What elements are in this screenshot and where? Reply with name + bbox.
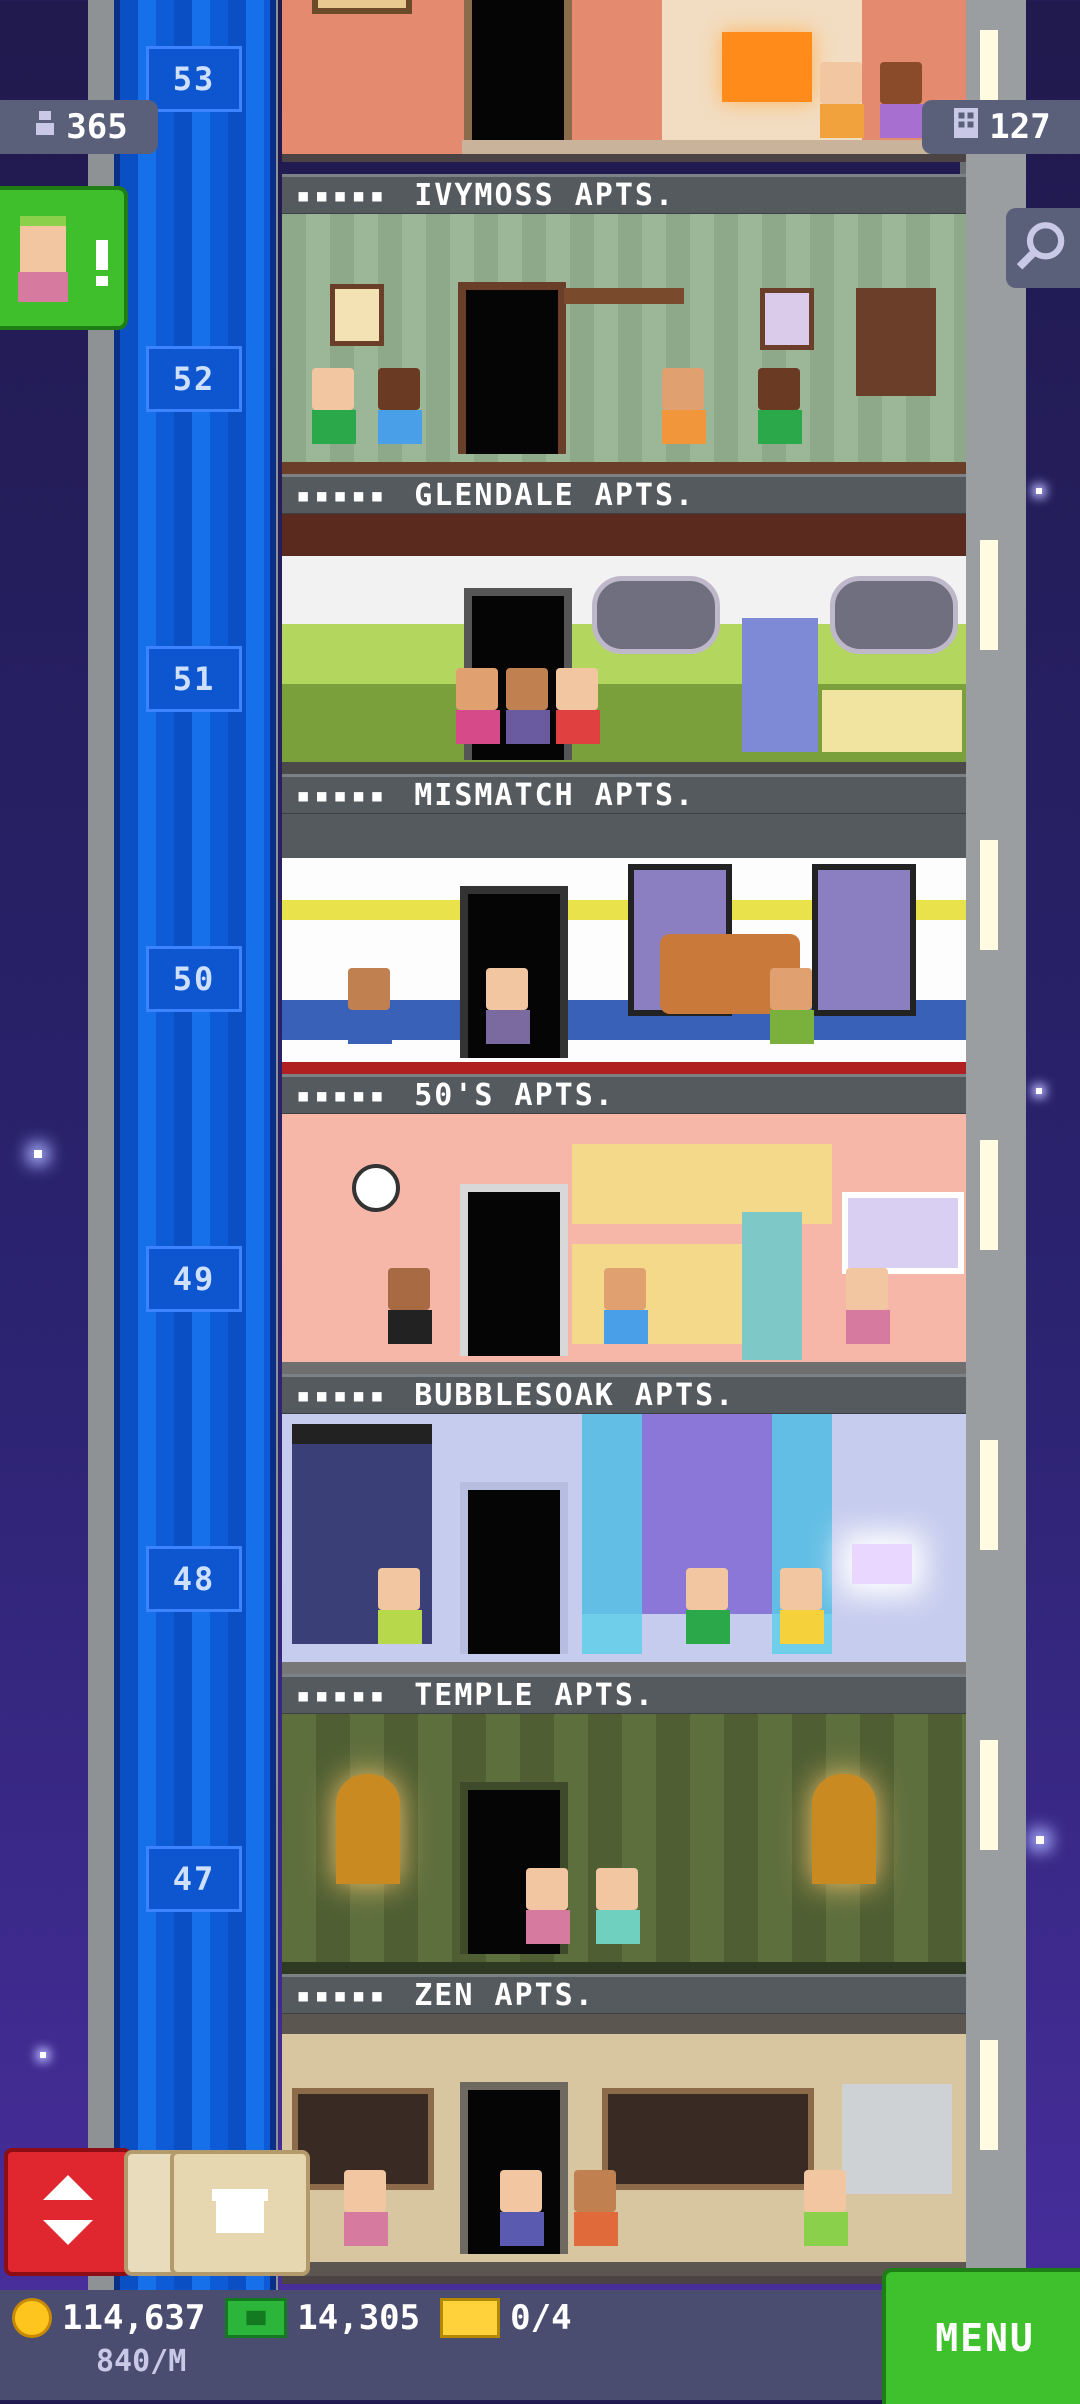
resident[interactable]: [596, 1868, 640, 1944]
floor-counter: 127: [922, 100, 1080, 154]
door: [458, 282, 566, 454]
tickets-value: 0/4: [510, 2298, 572, 2338]
golden-ticket-icon: [440, 2298, 501, 2338]
elevator-button[interactable]: [4, 2148, 132, 2276]
build-floor-button[interactable]: [170, 2150, 310, 2276]
floor-number-50: 50: [146, 946, 242, 1012]
room-name-49: ▪▪▪▪▪ BUBBLESOAK APTS.: [282, 1374, 966, 1416]
resident[interactable]: [344, 2170, 388, 2246]
floor-number-49: 49: [146, 1246, 242, 1312]
bitizen-body: [18, 272, 68, 302]
room-name-48: ▪▪▪▪▪ TEMPLE APTS.: [282, 1674, 966, 1716]
room-name-52: ▪▪▪▪▪ GLENDALE APTS.: [282, 474, 966, 516]
door: [460, 1184, 568, 1356]
star: [1036, 1088, 1042, 1094]
menu-button[interactable]: MENU: [882, 2268, 1080, 2404]
door: [460, 1482, 568, 1654]
resident[interactable]: [500, 2170, 544, 2246]
currency-row: 114,637 14,305 0/4: [12, 2298, 572, 2338]
resident[interactable]: [846, 1268, 890, 1344]
coin-icon: [12, 2298, 52, 2338]
resident[interactable]: [378, 368, 422, 444]
star: [1036, 1836, 1044, 1844]
elevator-shaft[interactable]: [114, 0, 276, 2300]
room-name-51: ▪▪▪▪▪ MISMATCH APTS.: [282, 774, 966, 816]
magnifier-icon: [1016, 220, 1069, 276]
visitor-alert-button[interactable]: [0, 186, 128, 330]
up-down-arrows-icon: [43, 2175, 93, 2249]
resident[interactable]: [506, 668, 550, 744]
bux-value: 14,305: [297, 2298, 421, 2338]
floor-number-53: 53: [146, 46, 242, 112]
search-button[interactable]: [1006, 208, 1080, 288]
resident[interactable]: [758, 368, 802, 444]
resident[interactable]: [662, 368, 706, 444]
resident[interactable]: [604, 1268, 648, 1344]
resident[interactable]: [880, 62, 924, 138]
star: [1036, 488, 1042, 494]
income-rate: 840/M: [96, 2344, 187, 2379]
resident[interactable]: [456, 668, 500, 744]
resident[interactable]: [574, 2170, 618, 2246]
star: [40, 2052, 46, 2058]
resident[interactable]: [780, 1568, 824, 1644]
tower-window: [980, 540, 998, 650]
door: [464, 0, 572, 154]
resident[interactable]: [804, 2170, 848, 2246]
coins-value: 114,637: [62, 2298, 206, 2338]
population-value: 365: [66, 107, 128, 147]
room-name-50: ▪▪▪▪▪ 50'S APTS.: [282, 1074, 966, 1116]
resident[interactable]: [686, 1568, 730, 1644]
star: [34, 1150, 42, 1158]
resident[interactable]: [556, 668, 600, 744]
floor-51[interactable]: [282, 514, 966, 784]
floor-count-value: 127: [989, 107, 1051, 147]
resident[interactable]: [378, 1568, 422, 1644]
room-name-53: ▪▪▪▪▪ IVYMOSS APTS.: [282, 174, 966, 216]
population-counter: 365: [0, 100, 158, 154]
floor-number-48: 48: [146, 1546, 242, 1612]
alert-exclamation-icon: [96, 240, 108, 270]
floor-number-52: 52: [146, 346, 242, 412]
tower-window: [980, 840, 998, 950]
person-icon: [30, 107, 60, 147]
tower-bux-icon: [225, 2298, 288, 2338]
tower-window: [980, 1440, 998, 1550]
room-name-47: ▪▪▪▪▪ ZEN APTS.: [282, 1974, 966, 2016]
resident[interactable]: [312, 368, 356, 444]
resident[interactable]: [820, 62, 864, 138]
resident[interactable]: [348, 968, 392, 1044]
resident[interactable]: [388, 1268, 432, 1344]
tower-window: [980, 1740, 998, 1850]
resident[interactable]: [770, 968, 814, 1044]
alert-exclamation-dot: [96, 276, 108, 286]
tower-window: [980, 2040, 998, 2150]
tower-window: [980, 1140, 998, 1250]
resident[interactable]: [486, 968, 530, 1044]
bitizen-icon: [20, 216, 66, 272]
building-icon: [951, 107, 981, 148]
resident[interactable]: [526, 1868, 570, 1944]
floor-number-51: 51: [146, 646, 242, 712]
box-icon: [208, 2185, 272, 2241]
floor-number-47: 47: [146, 1846, 242, 1912]
